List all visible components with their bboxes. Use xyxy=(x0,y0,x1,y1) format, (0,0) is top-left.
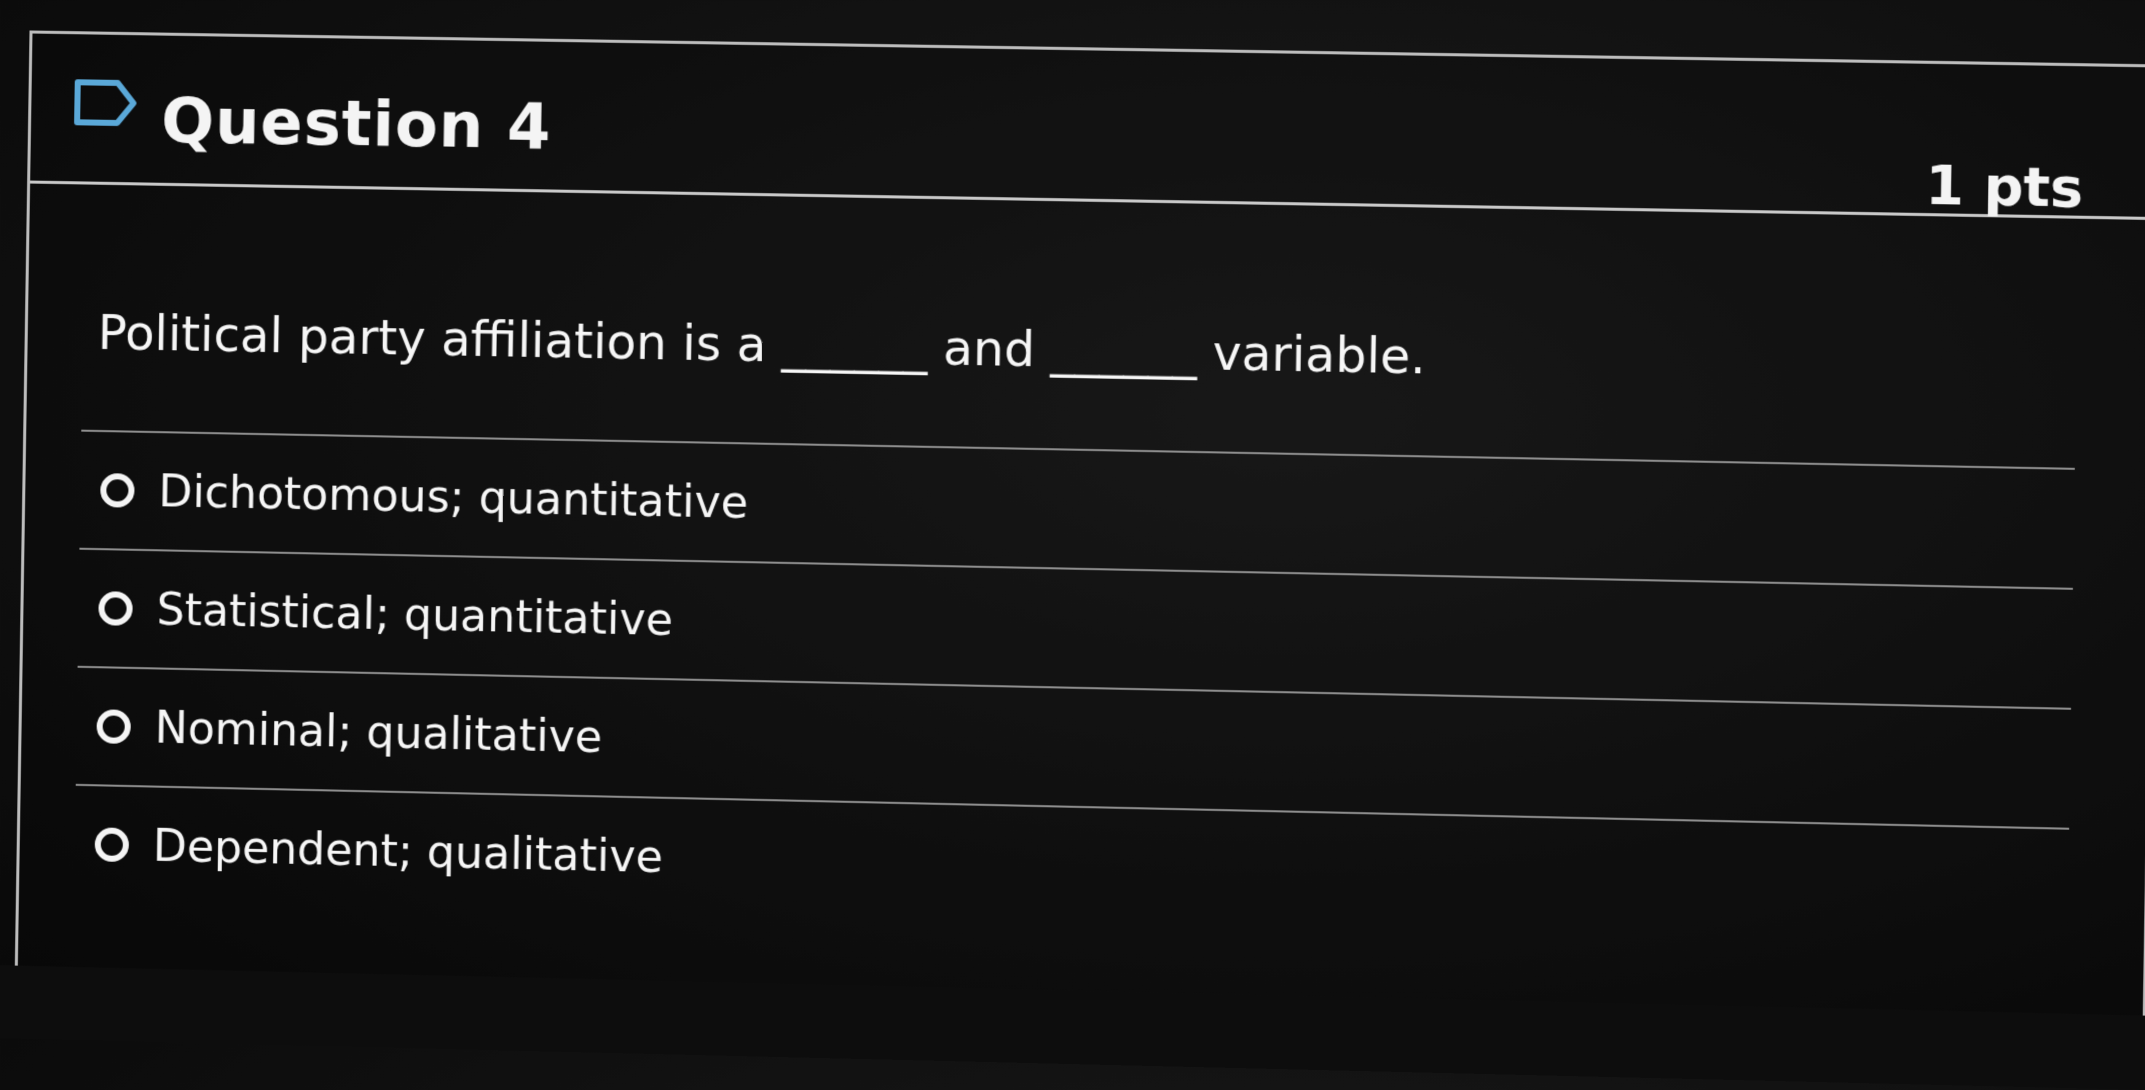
radio-circle-icon[interactable] xyxy=(96,709,131,744)
radio-circle-icon[interactable] xyxy=(100,473,135,508)
question-text: Political party affiliation is a ______ … xyxy=(97,304,1427,386)
question-card: Question 4 1 pts Political party affilia… xyxy=(14,30,2145,1047)
answer-label[interactable]: Dichotomous; quantitative xyxy=(158,466,749,529)
question-title: Question 4 xyxy=(160,83,553,164)
answer-list: Dichotomous; quantitative Statistical; q… xyxy=(73,429,2075,948)
answer-label[interactable]: Statistical; quantitative xyxy=(156,584,673,646)
quiz-screen: Question 4 1 pts Political party affilia… xyxy=(0,0,2145,1090)
question-header: Question 4 1 pts xyxy=(30,33,2145,221)
bookmark-flag-icon[interactable] xyxy=(71,74,142,131)
question-points: 1 pts xyxy=(1924,153,2084,220)
radio-circle-icon[interactable] xyxy=(98,591,133,626)
radio-circle-icon[interactable] xyxy=(94,827,130,863)
answer-label[interactable]: Dependent; qualitative xyxy=(153,820,664,883)
answer-label[interactable]: Nominal; qualitative xyxy=(154,702,602,763)
